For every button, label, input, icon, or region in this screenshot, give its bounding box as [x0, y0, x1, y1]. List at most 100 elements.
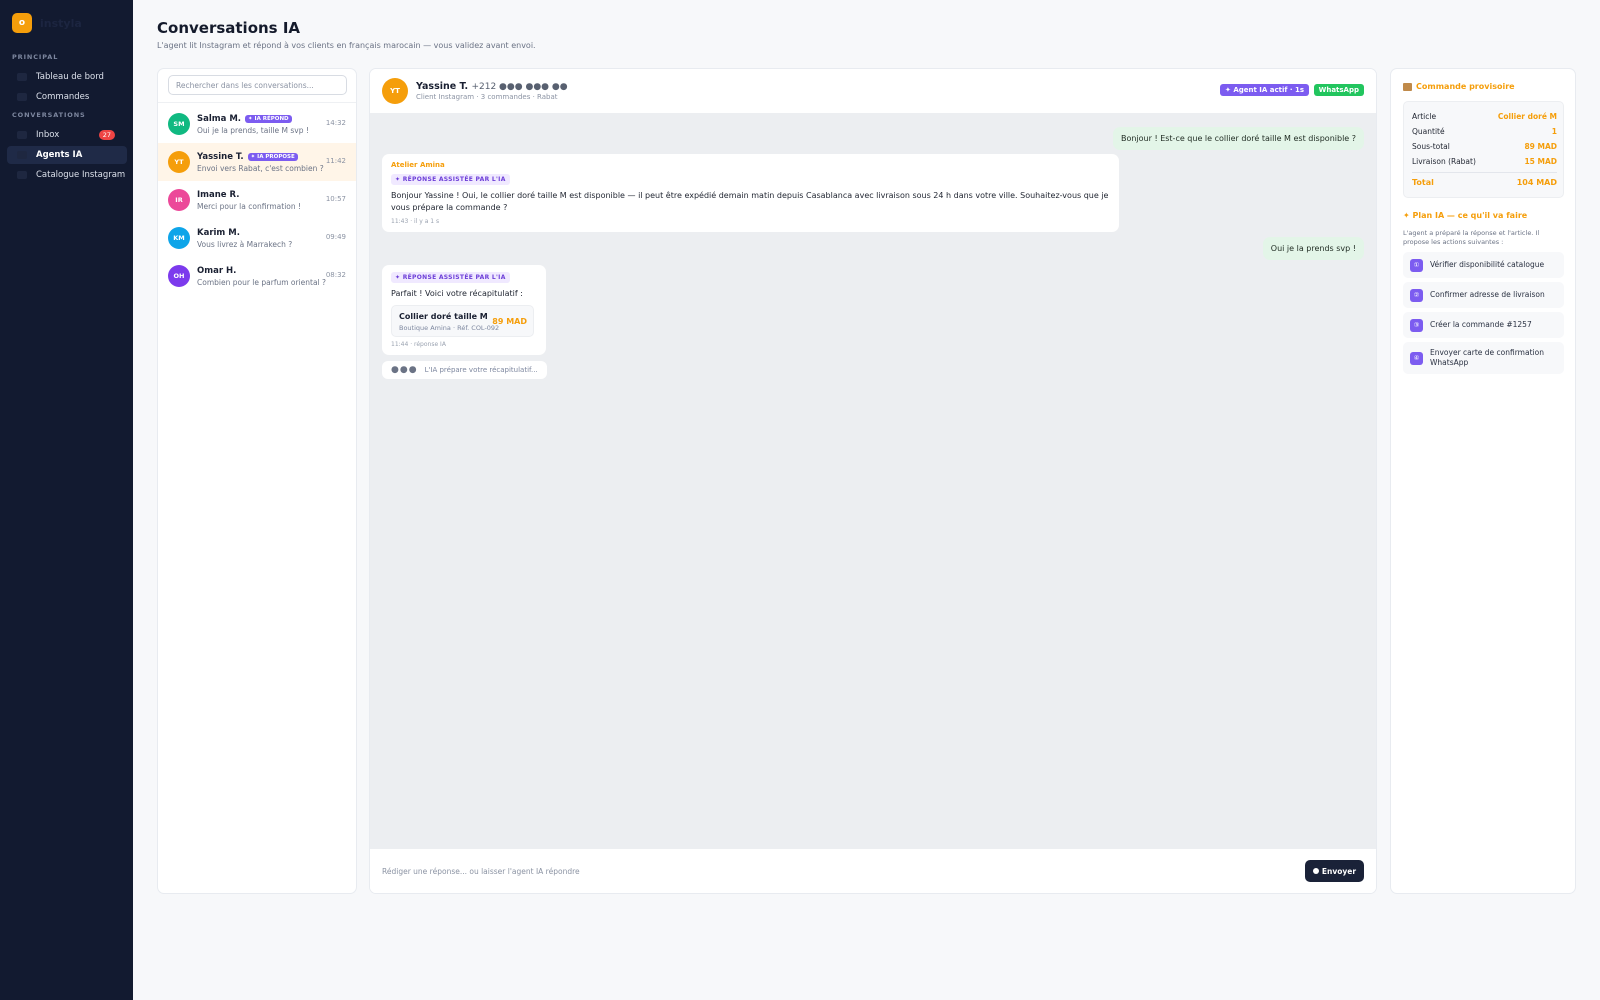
- message-composer: Envoyer: [370, 849, 1376, 893]
- conversation-name: Omar H.: [197, 266, 237, 276]
- order-row-value: 15 MAD: [1524, 157, 1557, 166]
- order-total-value: 104 MAD: [1516, 178, 1557, 187]
- catalog-icon: [17, 171, 27, 179]
- dashboard-icon: [17, 73, 27, 81]
- typing-text: L'IA prépare votre récapitulatif...: [424, 366, 538, 374]
- contact-avatar: YT: [382, 78, 408, 104]
- divider: [158, 102, 356, 103]
- conversation-name-row: Salma M. ✦ IA RÉPOND: [197, 114, 292, 124]
- ai-plan-description: L'agent a préparé la réponse et l'articl…: [1403, 229, 1540, 246]
- step-number-icon: ④: [1410, 351, 1423, 365]
- order-title: Commande provisoire: [1416, 82, 1515, 91]
- ai-assisted-tag: ✦ RÉPONSE ASSISTÉE PAR L'IA: [391, 272, 510, 283]
- step-number-icon: ②: [1410, 288, 1423, 302]
- product-price: 89 MAD: [492, 317, 527, 326]
- product-summary-card[interactable]: Collier doré taille M Boutique Amina · R…: [391, 305, 534, 337]
- avatar: KM: [168, 227, 190, 249]
- nav-section-conversations: CONVERSATIONS: [12, 111, 86, 119]
- order-row-delivery: Livraison (Rabat) 15 MAD: [1412, 157, 1557, 166]
- page-title: Conversations IA: [157, 19, 301, 37]
- logo[interactable]: o instyla: [12, 13, 82, 33]
- conversation-search-input[interactable]: [168, 75, 347, 95]
- sidebar-item-ai-agents[interactable]: Agents IA: [7, 146, 127, 164]
- conversation-preview: Merci pour la confirmation !: [197, 202, 302, 211]
- conversation-item[interactable]: SM Salma M. ✦ IA RÉPOND Oui je la prends…: [158, 105, 356, 143]
- conversation-preview: Combien pour le parfum oriental ?: [197, 278, 327, 287]
- ai-status-tag: ✦ IA PROPOSE: [247, 153, 298, 161]
- send-icon: [1312, 868, 1319, 874]
- chat-messages: Bonjour ! Est-ce que le collier doré tai…: [370, 113, 1376, 851]
- message-outgoing: Oui je la prends svp !: [1262, 237, 1364, 260]
- send-label: Envoyer: [1321, 866, 1357, 876]
- app-name: instyla: [40, 16, 82, 30]
- plan-step[interactable]: ③ Créer la commande #1257: [1403, 312, 1564, 338]
- step-number-icon: ③: [1410, 318, 1423, 332]
- conversation-item-active[interactable]: YT Yassine T. ✦ IA PROPOSE Envoi vers Ra…: [158, 143, 356, 181]
- order-row-quantity: Quantité 1: [1412, 127, 1557, 136]
- sidebar-item-label: Commandes: [36, 92, 90, 102]
- avatar: YT: [168, 151, 190, 173]
- conversation-time: 11:42: [325, 157, 346, 165]
- plan-step[interactable]: ④ Envoyer carte de confirmation WhatsApp: [1403, 342, 1564, 374]
- orders-icon: [17, 93, 27, 101]
- sidebar-item-inbox[interactable]: Inbox 27: [7, 126, 127, 144]
- reply-input[interactable]: [382, 863, 1262, 879]
- sidebar: o instyla PRINCIPAL Tableau de bord Comm…: [0, 0, 133, 1000]
- message-text: Bonjour Yassine ! Oui, le collier doré t…: [391, 191, 1109, 212]
- conversation-item[interactable]: KM Karim M. Vous livrez à Marrakech ? 09…: [158, 219, 356, 257]
- conversation-time: 10:57: [325, 195, 346, 203]
- message-text: Parfait ! Voici votre récapitulatif :: [391, 289, 523, 298]
- step-label: Envoyer carte de confirmation WhatsApp: [1430, 348, 1544, 367]
- ai-assisted-tag: ✦ RÉPONSE ASSISTÉE PAR L'IA: [391, 174, 510, 185]
- product-reference: Boutique Amina · Réf. COL-092: [399, 324, 500, 332]
- sidebar-item-label: Catalogue Instagram: [36, 170, 126, 180]
- conversation-name-row: Karim M.: [197, 228, 240, 238]
- ai-plan-title: ✦ Plan IA — ce qu'il va faire: [1403, 211, 1528, 220]
- sidebar-item-label: Agents IA: [36, 150, 83, 160]
- conversation-item[interactable]: IR Imane R. Merci pour la confirmation !…: [158, 181, 356, 219]
- order-row-value: Collier doré M: [1497, 112, 1557, 121]
- whatsapp-channel-badge: WhatsApp: [1313, 84, 1364, 96]
- order-summary-card: Article Collier doré M Quantité 1 Sous-t…: [1403, 101, 1564, 198]
- order-row-value: 1: [1551, 127, 1557, 136]
- conversation-name: Karim M.: [197, 228, 240, 238]
- avatar: IR: [168, 189, 190, 211]
- avatar: OH: [168, 265, 190, 287]
- step-label: Créer la commande #1257: [1430, 320, 1532, 329]
- message-outgoing: Bonjour ! Est-ce que le collier doré tai…: [1112, 127, 1364, 150]
- sidebar-item-instagram-catalog[interactable]: Catalogue Instagram: [7, 166, 127, 184]
- nav-section-principal: PRINCIPAL: [12, 53, 59, 61]
- conversation-name-row: Omar H.: [197, 266, 236, 276]
- order-row-label: Livraison (Rabat): [1412, 157, 1476, 166]
- plan-step[interactable]: ① Vérifier disponibilité catalogue: [1403, 252, 1564, 278]
- order-total: Total 104 MAD: [1412, 178, 1557, 187]
- sidebar-item-dashboard[interactable]: Tableau de bord: [7, 68, 127, 86]
- sidebar-item-orders[interactable]: Commandes: [7, 88, 127, 106]
- step-number-icon: ①: [1410, 258, 1423, 272]
- sidebar-item-label: Tableau de bord: [36, 72, 104, 82]
- sidebar-item-label: Inbox: [36, 130, 60, 140]
- step-label: Vérifier disponibilité catalogue: [1430, 260, 1545, 269]
- send-button[interactable]: Envoyer: [1305, 860, 1364, 882]
- conversation-name: Salma M.: [197, 114, 242, 124]
- logo-icon: o: [12, 13, 32, 33]
- conversation-item[interactable]: OH Omar H. Combien pour le parfum orient…: [158, 257, 356, 295]
- inbox-icon: [17, 131, 27, 139]
- order-row-article: Article Collier doré M: [1412, 112, 1557, 121]
- divider: [1412, 172, 1557, 173]
- contact-meta: Client Instagram · 3 commandes · Rabat: [416, 93, 558, 101]
- order-row-label: Article: [1412, 112, 1437, 121]
- order-total-label: Total: [1412, 178, 1434, 187]
- chat-panel: YT Yassine T. +212 ●●● ●●● ●● Client Ins…: [369, 68, 1377, 894]
- conversation-time: 09:49: [325, 233, 346, 241]
- conversation-name-row: Yassine T. ✦ IA PROPOSE: [197, 152, 298, 162]
- message-incoming: ✦ RÉPONSE ASSISTÉE PAR L'IA Parfait ! Vo…: [382, 265, 546, 355]
- order-row-value: 89 MAD: [1524, 142, 1557, 151]
- contact-name-row: Yassine T. +212 ●●● ●●● ●●: [416, 81, 568, 92]
- conversation-time: 08:32: [325, 271, 346, 279]
- plan-step[interactable]: ② Confirmer adresse de livraison: [1403, 282, 1564, 308]
- order-panel: Commande provisoire Article Collier doré…: [1390, 68, 1576, 894]
- message-time: 11:44 · réponse IA: [391, 341, 446, 348]
- order-row-subtotal: Sous-total 89 MAD: [1412, 142, 1557, 151]
- message-sender: Atelier Amina: [391, 161, 445, 169]
